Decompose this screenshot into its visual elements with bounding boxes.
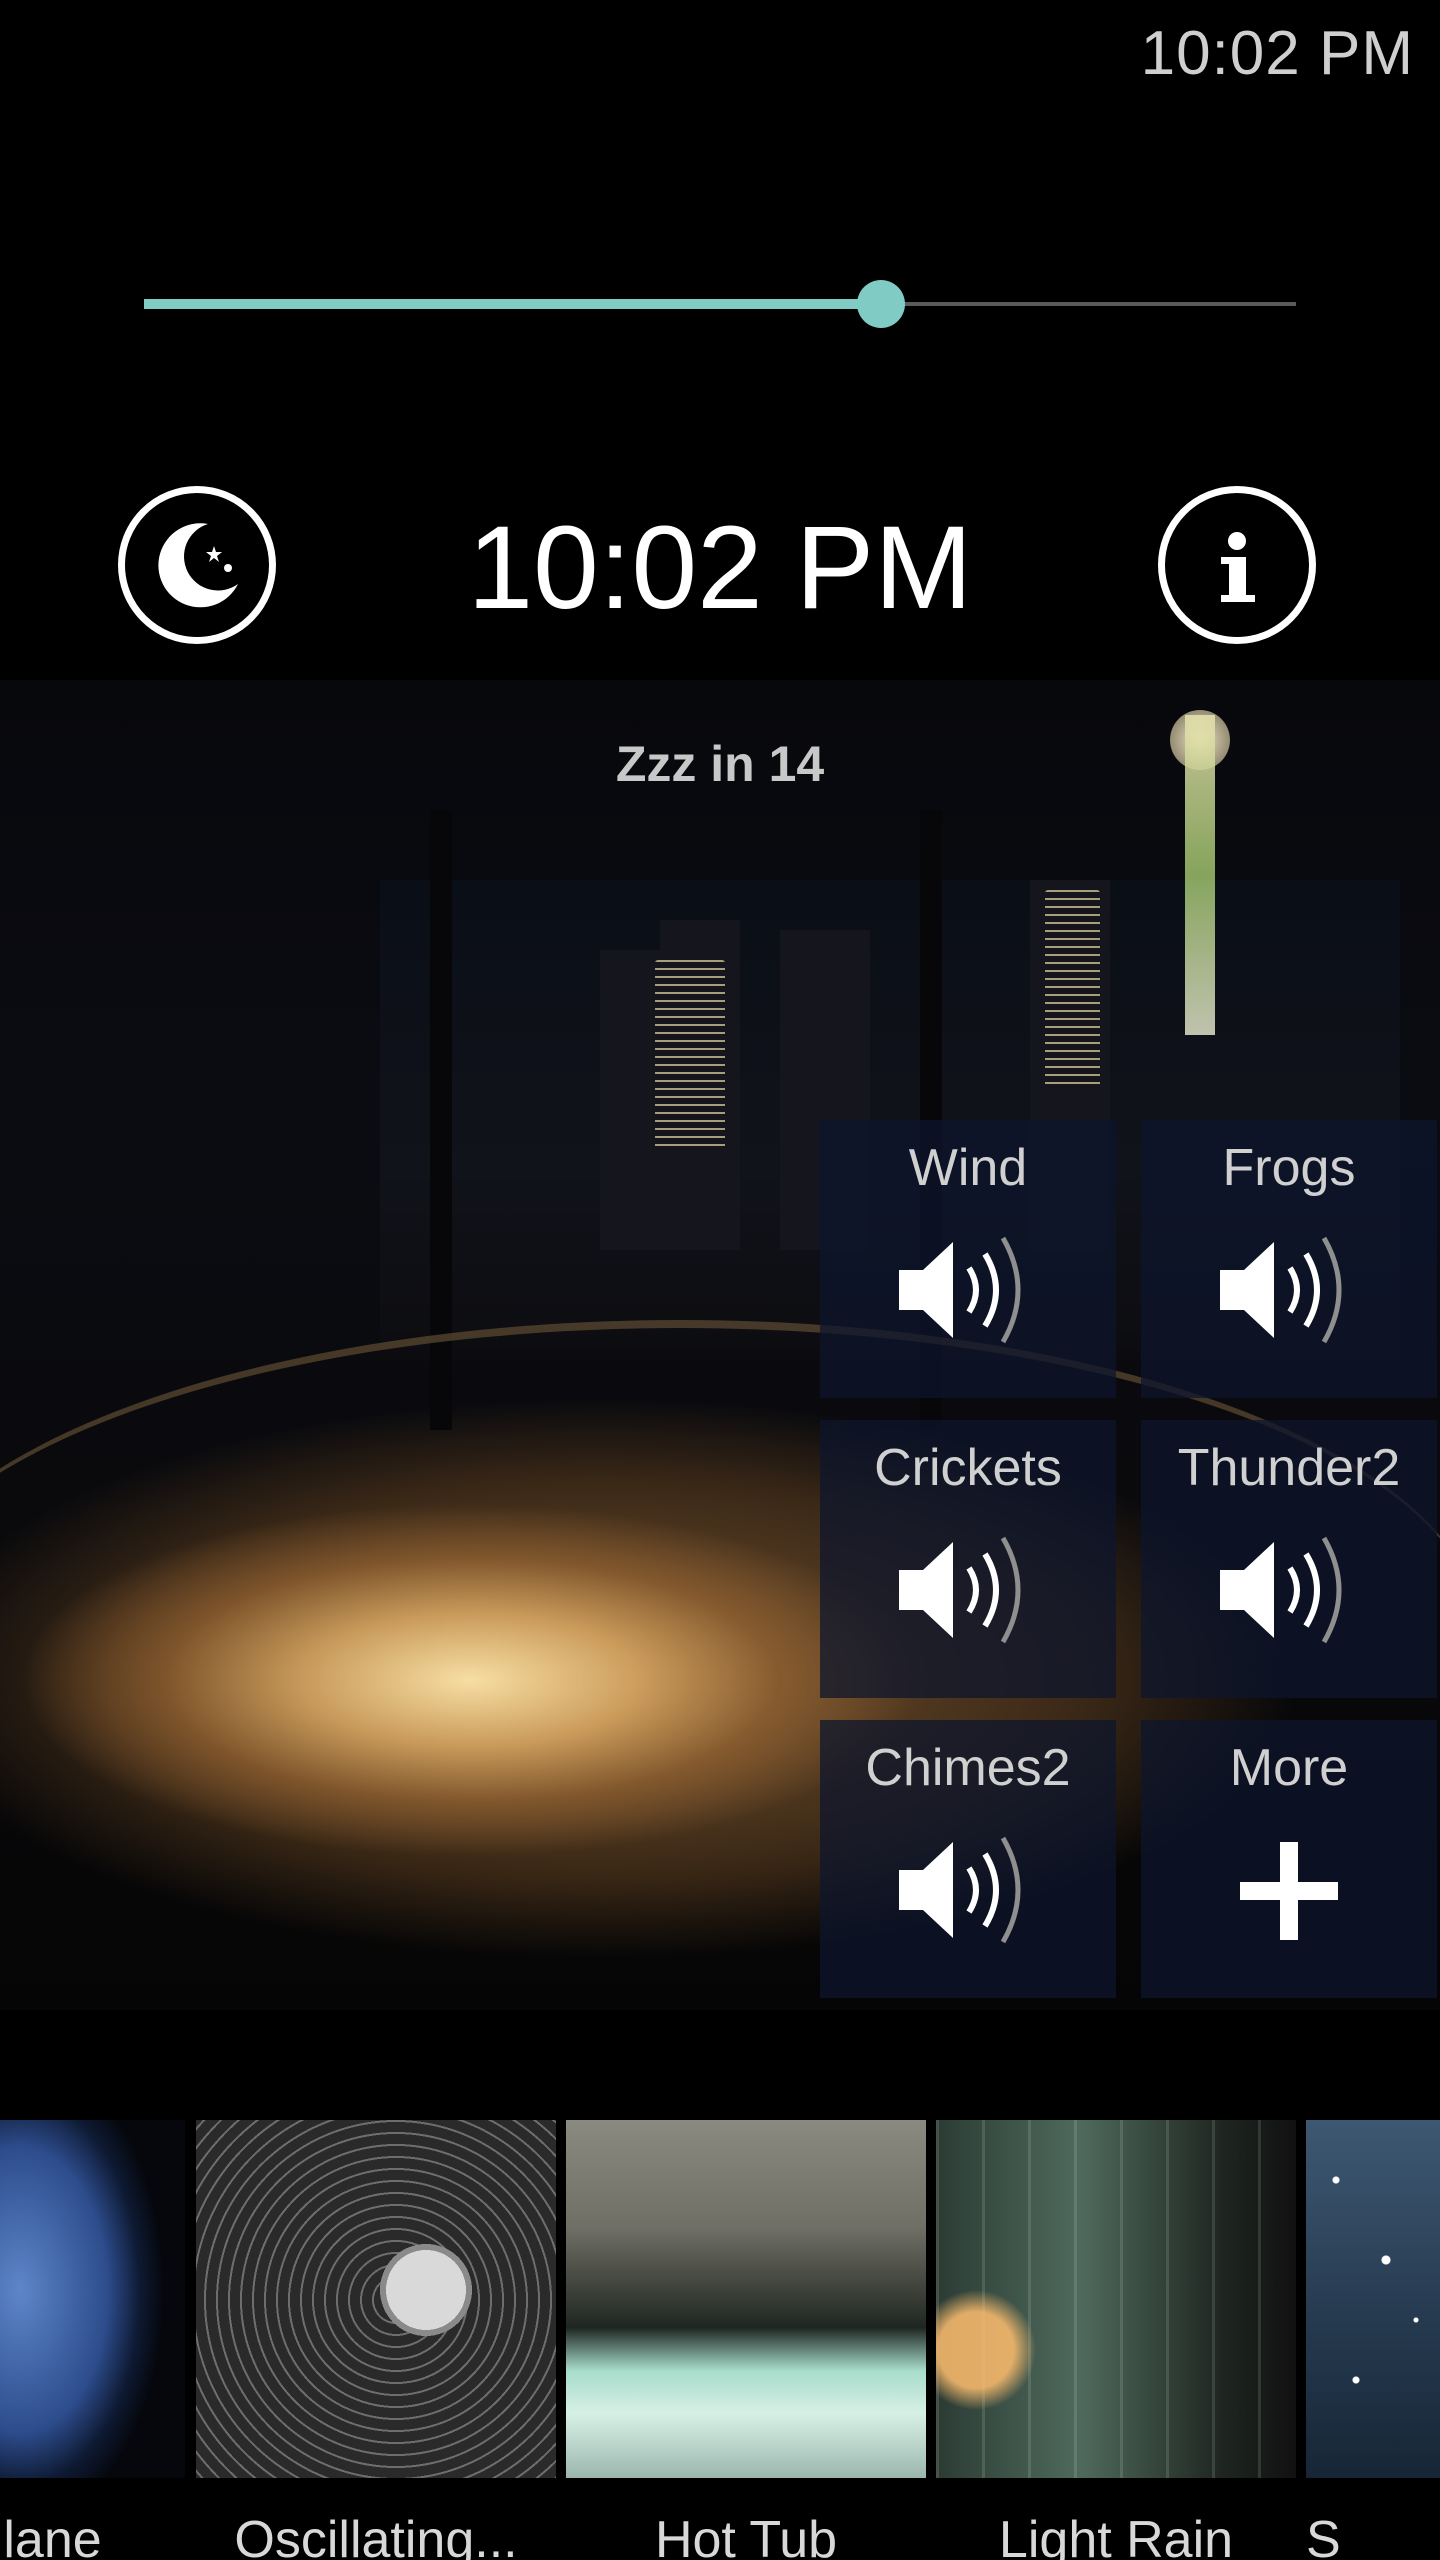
sound-tile-wind[interactable]: Wind [820,1120,1116,1398]
scene-item-hot-tub[interactable]: Hot Tub [566,2120,926,2560]
fan-thumbnail [196,2120,556,2478]
scene-item-oscillating[interactable]: Oscillating... [196,2120,556,2560]
master-volume-slider[interactable] [144,272,1296,336]
scene-item-airplane[interactable]: lane [0,2120,185,2560]
sound-tile-label: Chimes2 [865,1739,1071,1797]
scene-label: lane [3,2511,102,2560]
sound-tile-thunder2[interactable]: Thunder2 [1141,1420,1437,1698]
scene-carousel[interactable]: lane Oscillating... Hot Tub Light Rain S [0,2120,1440,2560]
sound-tile-label: Wind [908,1139,1028,1197]
airplane-thumbnail [0,2120,185,2478]
status-bar-time: 10:02 PM [1140,19,1414,88]
scene-label: Hot Tub [654,2511,838,2560]
speaker-icon[interactable] [893,1520,1043,1660]
plus-icon[interactable] [1214,1820,1364,1960]
moon-stars-icon [158,523,238,608]
scene-label: S [1306,2511,1341,2560]
sound-tile-more[interactable]: More [1141,1720,1437,1998]
sound-tile-chimes2[interactable]: Chimes2 [820,1720,1116,1998]
clock-time: 10:02 PM [467,502,973,634]
slider-thumb[interactable] [857,280,906,328]
sleep-countdown-text: Zzz in 14 [615,736,825,792]
snow-thumbnail [1306,2120,1440,2478]
sleep-timer-button[interactable] [118,486,276,644]
rain-window-thumbnail [936,2120,1296,2478]
sound-tile-label: Crickets [874,1439,1062,1497]
info-button[interactable] [1158,486,1316,644]
slider-fill [144,299,882,309]
speaker-icon[interactable] [893,1820,1043,1960]
scene-item-snow[interactable]: S [1306,2120,1440,2560]
sound-tile-frogs[interactable]: Frogs [1141,1120,1437,1398]
sound-tile-label: More [1229,1739,1349,1797]
sound-tile-label: Thunder2 [1177,1439,1401,1497]
scene-label: Oscillating... [234,2511,518,2560]
scene-item-light-rain[interactable]: Light Rain [936,2120,1296,2560]
sound-tile-crickets[interactable]: Crickets [820,1420,1116,1698]
speaker-icon[interactable] [893,1220,1043,1360]
speaker-icon[interactable] [1214,1220,1364,1360]
sound-tile-label: Frogs [1222,1139,1356,1197]
hot-tub-thumbnail [566,2120,926,2478]
scene-label: Light Rain [998,2511,1234,2560]
info-icon [1221,532,1255,602]
speaker-icon[interactable] [1214,1520,1364,1660]
